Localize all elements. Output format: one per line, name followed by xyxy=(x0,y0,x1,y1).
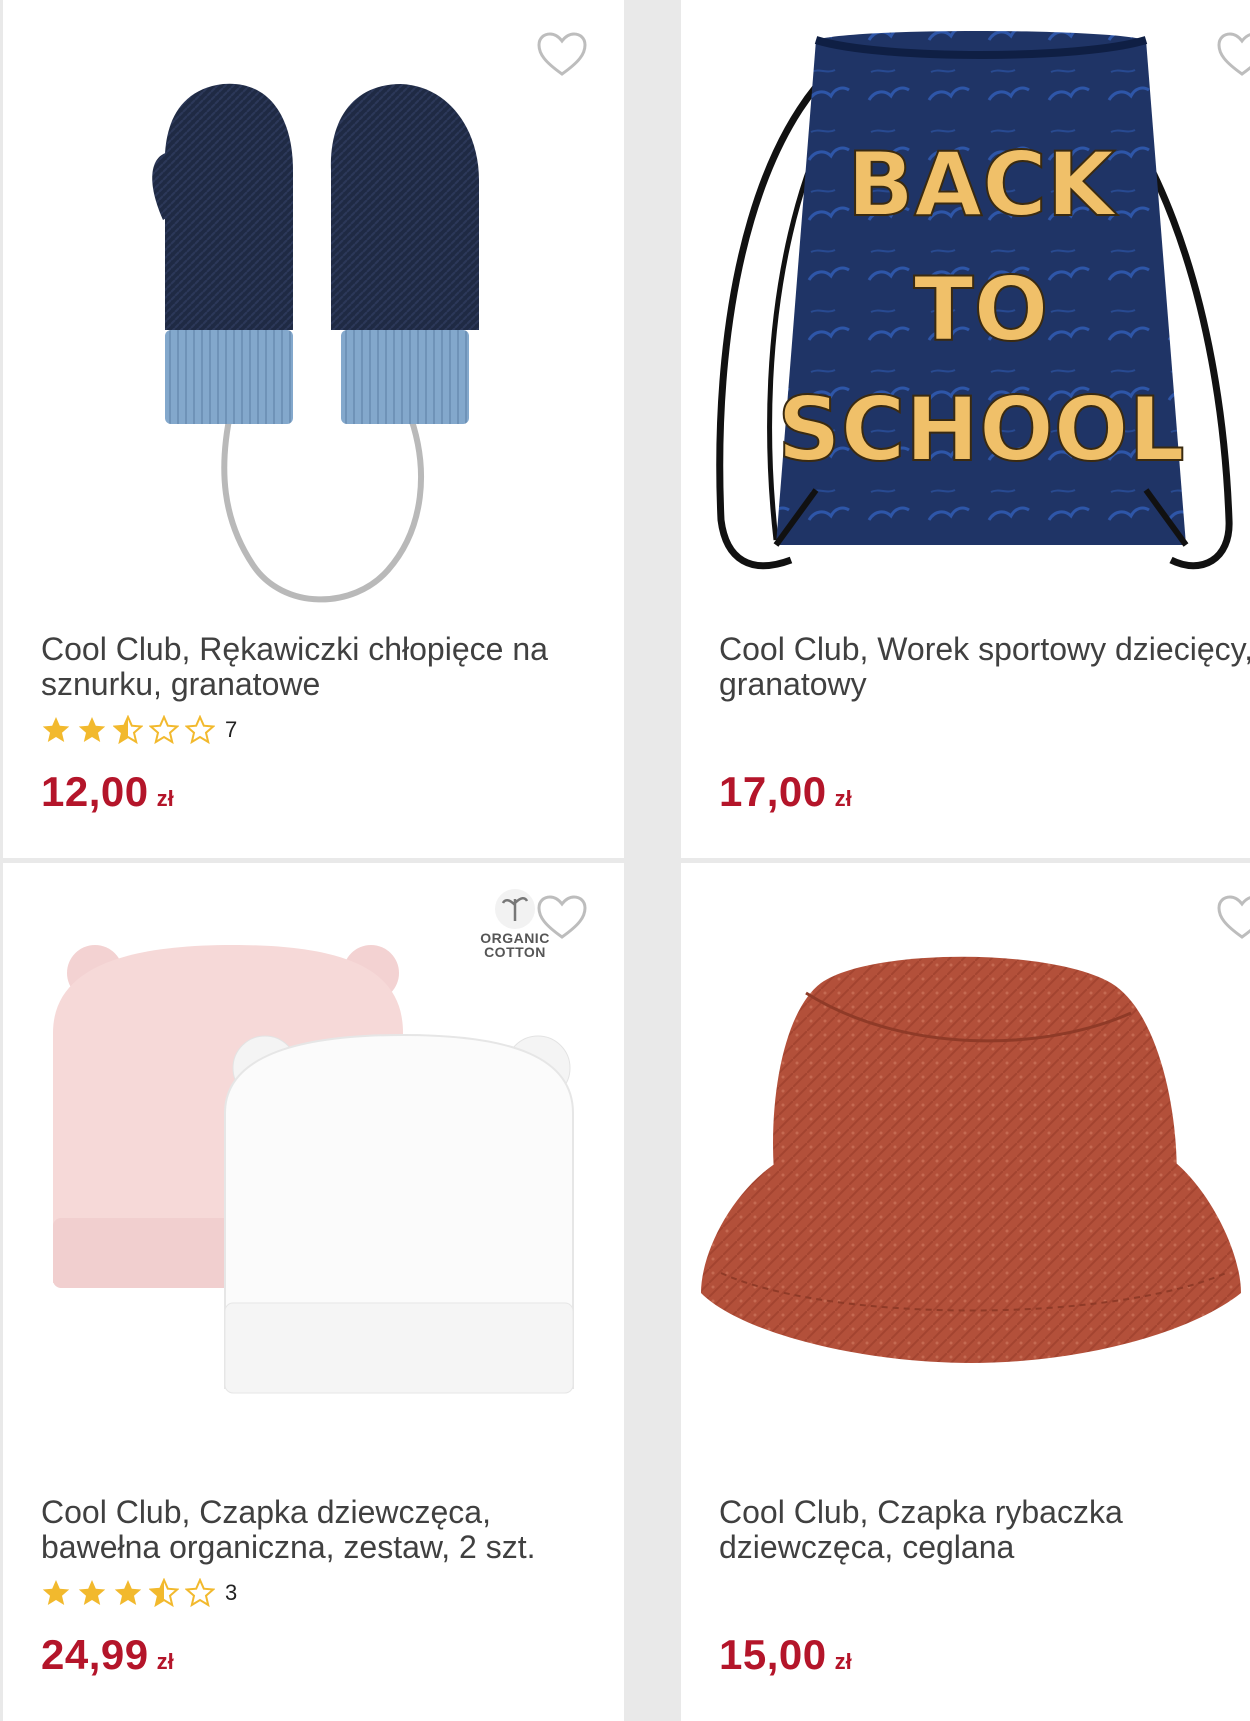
star-filled-icon xyxy=(42,1580,70,1605)
bag-print-line: BACK xyxy=(847,133,1118,236)
product-image[interactable]: BACK TO SCHOOL xyxy=(681,0,1250,620)
product-image[interactable] xyxy=(3,0,624,620)
star-half-icon xyxy=(149,1579,179,1606)
heart-icon[interactable] xyxy=(1215,893,1250,943)
price-currency: zł xyxy=(834,786,852,811)
heart-icon[interactable] xyxy=(1215,30,1250,80)
badge-line: COTTON xyxy=(484,944,546,960)
product-image[interactable] xyxy=(681,863,1250,1483)
product-price: 15,00 zł xyxy=(719,1631,852,1679)
price-amount: 12,00 xyxy=(41,768,149,815)
rating-count: 7 xyxy=(225,717,238,742)
product-card[interactable]: Cool Club, Rękawiczki chłopięce na sznur… xyxy=(3,0,624,858)
price-amount: 17,00 xyxy=(719,768,827,815)
heart-icon[interactable] xyxy=(535,30,589,80)
price-currency: zł xyxy=(834,1649,852,1674)
product-card[interactable]: BACK TO SCHOOL Cool Club, Worek sportowy… xyxy=(681,0,1250,858)
price-currency: zł xyxy=(156,1649,174,1674)
product-price: 24,99 zł xyxy=(41,1631,174,1679)
rating-count: 3 xyxy=(225,1580,238,1605)
bag-print-line: SCHOOL xyxy=(777,378,1184,481)
star-filled-icon xyxy=(114,1580,142,1605)
price-currency: zł xyxy=(156,786,174,811)
product-card[interactable]: Cool Club, Czapka rybaczka dziewczęca, c… xyxy=(681,863,1250,1721)
product-title[interactable]: Cool Club, Czapka dziewczęca, bawełna or… xyxy=(41,1495,586,1565)
star-outline-icon xyxy=(149,716,179,743)
product-price: 17,00 zł xyxy=(719,768,852,816)
heart-icon[interactable] xyxy=(535,893,589,943)
product-card[interactable]: ORGANIC COTTON Cool Club, Czapka dziewcz… xyxy=(3,863,624,1721)
bag-print-line: TO xyxy=(914,258,1049,361)
product-price: 12,00 zł xyxy=(41,768,174,816)
price-amount: 24,99 xyxy=(41,1631,149,1678)
product-title[interactable]: Cool Club, Czapka rybaczka dziewczęca, c… xyxy=(719,1495,1250,1565)
product-rating: 7 xyxy=(41,714,237,746)
star-filled-icon xyxy=(78,1580,106,1605)
star-filled-icon xyxy=(78,717,106,742)
product-rating: 3 xyxy=(41,1577,237,1609)
star-outline-icon xyxy=(185,716,215,743)
product-title[interactable]: Cool Club, Worek sportowy dziecięcy, gra… xyxy=(719,632,1250,702)
star-half-icon xyxy=(113,716,143,743)
star-outline-icon xyxy=(185,1579,215,1606)
product-title[interactable]: Cool Club, Rękawiczki chłopięce na sznur… xyxy=(41,632,586,702)
star-filled-icon xyxy=(42,717,70,742)
price-amount: 15,00 xyxy=(719,1631,827,1678)
